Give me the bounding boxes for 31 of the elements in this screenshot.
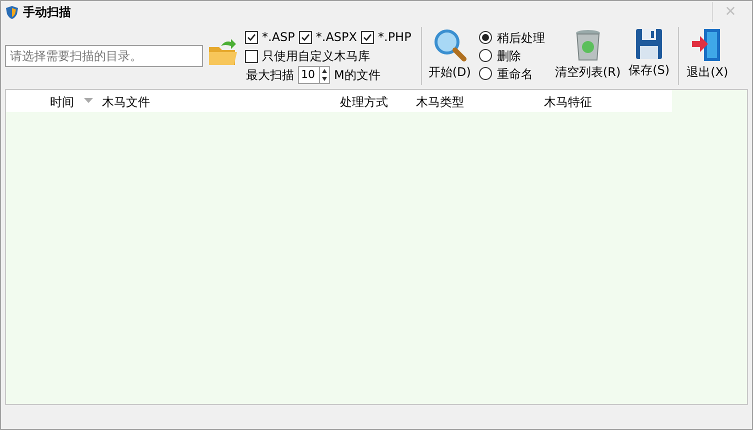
checkbox[interactable] [298, 30, 312, 44]
checkbox-label: 只使用自定义木马库 [262, 48, 370, 65]
radio-label: 稍后处理 [496, 30, 545, 46]
save-button[interactable]: 保存(S) [628, 23, 670, 79]
checkbox-label: *.ASP [262, 29, 295, 46]
max-scan-spinner[interactable]: 10 [298, 66, 330, 84]
radio-button[interactable] [478, 67, 492, 80]
radio-button[interactable] [478, 49, 492, 62]
column-header[interactable]: 处理方式 [340, 93, 388, 111]
checkbox[interactable] [245, 50, 258, 62]
directory-field[interactable]: 请选择需要扫描的目录。 [5, 45, 203, 67]
max-scan-unit: M的文件 [334, 67, 380, 84]
column-header[interactable]: 木马文件 [102, 93, 150, 111]
clear-list-button[interactable]: 清空列表(R) [554, 23, 621, 81]
radio-button[interactable] [478, 31, 492, 44]
shield-icon [5, 4, 19, 20]
window-title: 手动扫描 [23, 4, 71, 21]
column-header[interactable]: 木马类型 [416, 93, 464, 111]
exit-button[interactable]: 退出(X) [686, 23, 728, 81]
spinner-arrows-icon [319, 67, 329, 83]
radio-label: 重命名 [496, 66, 533, 82]
max-scan-label: 最大扫描 [246, 67, 294, 84]
checkbox-label: *.PHP [378, 29, 412, 46]
checkbox[interactable] [245, 30, 258, 44]
start-button[interactable]: 开始(D) [428, 23, 471, 81]
magnifier-icon [432, 28, 467, 62]
column-header[interactable]: 木马特征 [544, 93, 592, 111]
checkbox[interactable] [361, 30, 374, 44]
checkbox-label: *.ASPX [316, 29, 357, 46]
column-header[interactable]: 时间 [50, 93, 74, 111]
radio-label: 删除 [496, 48, 521, 64]
